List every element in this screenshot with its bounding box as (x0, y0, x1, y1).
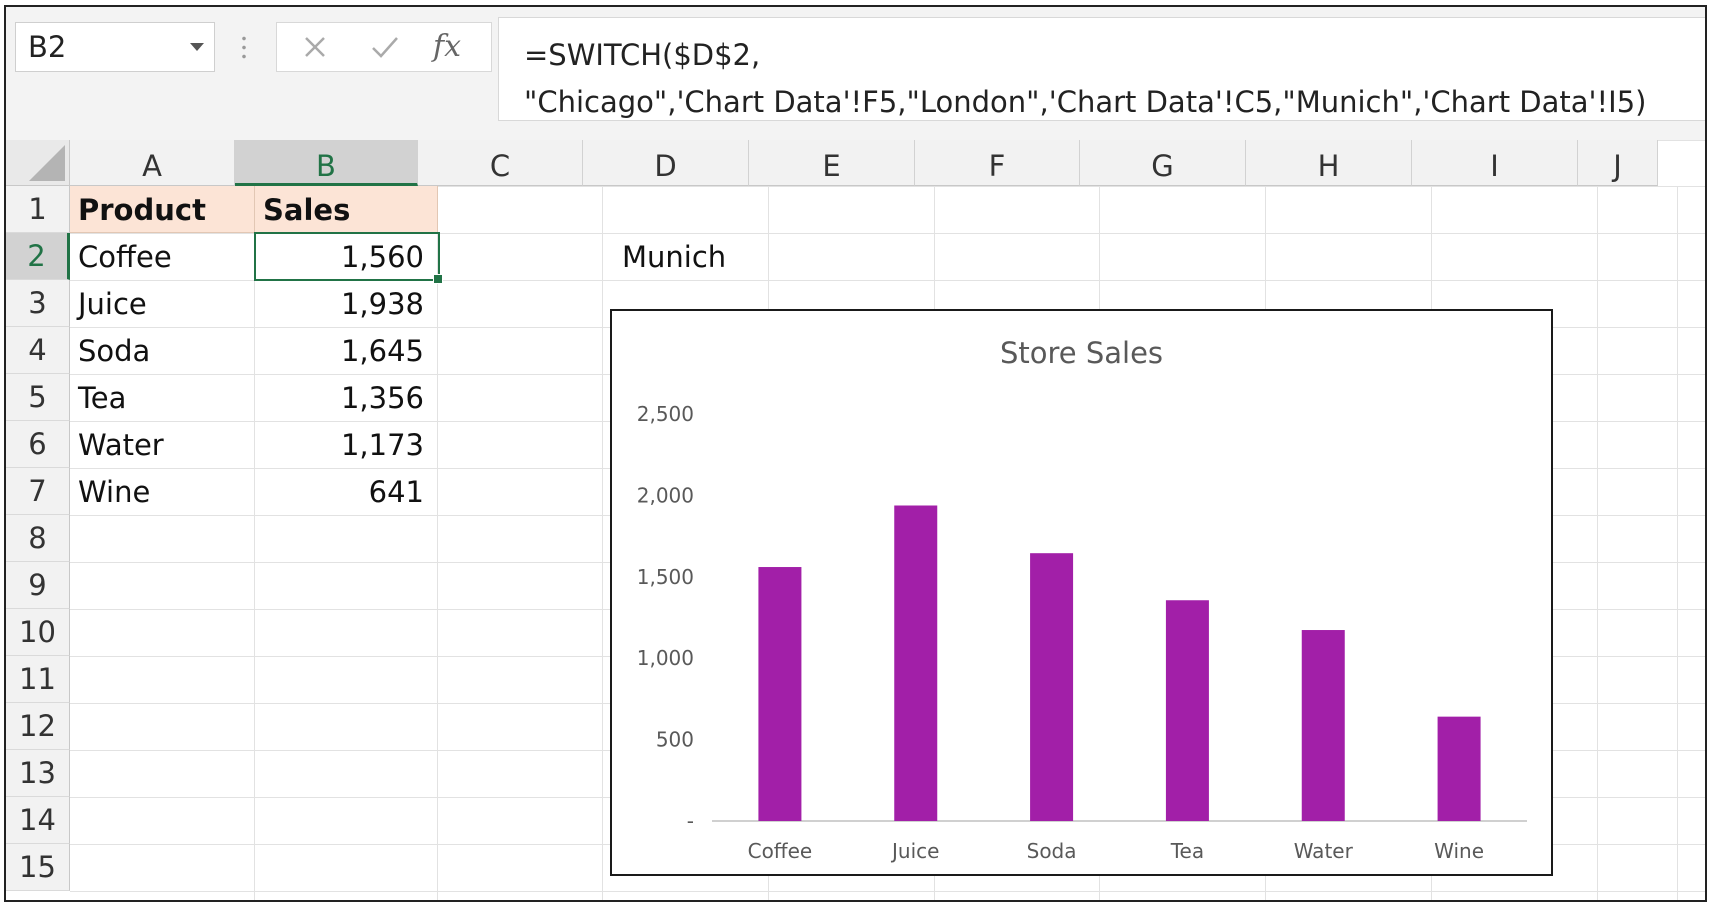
y-tick-label: 1,000 (637, 646, 694, 670)
select-all-icon (29, 145, 65, 181)
cell-a2[interactable]: Coffee (70, 233, 255, 280)
bar-soda[interactable] (1030, 553, 1074, 821)
row-header-14[interactable]: 14 (6, 797, 70, 844)
check-icon (372, 37, 398, 58)
formula-bar-area: B2 fx =SWITCH($D$2, "Chicago",'Chart Dat… (6, 7, 1705, 140)
cell-a1[interactable]: Product (70, 186, 255, 233)
cell-b3[interactable]: 1,938 (255, 280, 438, 327)
y-tick-label: 1,500 (637, 565, 694, 589)
enter-button[interactable] (361, 27, 409, 67)
column-header-c[interactable]: C (418, 140, 583, 186)
insert-function-button[interactable]: fx (425, 27, 473, 67)
x-tick-label: Tea (1170, 839, 1204, 863)
x-tick-label: Soda (1027, 839, 1077, 863)
select-all-button[interactable] (6, 140, 70, 186)
row-header-2[interactable]: 2 (6, 233, 70, 280)
row-header-10[interactable]: 10 (6, 609, 70, 656)
close-icon (305, 37, 325, 57)
row-header-6[interactable]: 6 (6, 421, 70, 468)
cell-d2[interactable]: Munich (614, 233, 814, 280)
column-header-e[interactable]: E (749, 140, 915, 186)
row-header-4[interactable]: 4 (6, 327, 70, 374)
row-header-8[interactable]: 8 (6, 515, 70, 562)
cell-b5[interactable]: 1,356 (255, 374, 438, 421)
row-header-7[interactable]: 7 (6, 468, 70, 515)
formula-buttons: fx (276, 22, 492, 72)
row-header-5[interactable]: 5 (6, 374, 70, 421)
bar-tea[interactable] (1165, 600, 1209, 821)
chart-plot: - 500 1,000 1,500 2,000 2,500 Coffee Juice Soda T… (637, 402, 1527, 863)
gridline (602, 186, 603, 900)
row-header-12[interactable]: 12 (6, 703, 70, 750)
x-tick-label: Juice (890, 839, 939, 863)
active-cell-border (254, 232, 443, 284)
x-tick-label: Coffee (748, 839, 813, 863)
bar-wine[interactable] (1437, 716, 1481, 821)
cell-a3[interactable]: Juice (70, 280, 255, 327)
bar-juice[interactable] (894, 505, 938, 821)
column-header-h[interactable]: H (1246, 140, 1412, 186)
cell-a5[interactable]: Tea (70, 374, 255, 421)
name-box[interactable]: B2 (15, 22, 215, 72)
bar-water[interactable] (1301, 630, 1345, 821)
cell-a7[interactable]: Wine (70, 468, 255, 515)
name-box-value: B2 (28, 30, 67, 64)
fx-icon: fx (433, 29, 462, 64)
column-header-b[interactable]: B (235, 140, 418, 186)
cell-b1[interactable]: Sales (255, 186, 438, 233)
cell-a4[interactable]: Soda (70, 327, 255, 374)
formula-line-2: "Chicago",'Chart Data'!F5,"London",'Char… (524, 85, 1647, 119)
bar-coffee[interactable] (758, 567, 802, 821)
y-tick-label: - (687, 809, 694, 833)
excel-window: B2 fx =SWITCH($D$2, "Chicago",'Chart Dat… (4, 5, 1707, 902)
formula-line-1: =SWITCH($D$2, (524, 38, 761, 72)
row-header-13[interactable]: 13 (6, 750, 70, 797)
fill-handle[interactable] (433, 274, 443, 284)
y-tick-label: 500 (656, 728, 694, 752)
cell-b6[interactable]: 1,173 (255, 421, 438, 468)
row-header-3[interactable]: 3 (6, 280, 70, 327)
cell-b4[interactable]: 1,645 (255, 327, 438, 374)
chevron-down-icon[interactable] (190, 43, 204, 51)
column-header-i[interactable]: I (1412, 140, 1578, 186)
column-header-f[interactable]: F (915, 140, 1080, 186)
gridline (1597, 186, 1598, 900)
y-tick-label: 2,500 (637, 402, 694, 426)
row-header-15[interactable]: 15 (6, 844, 70, 891)
x-tick-label: Water (1294, 839, 1354, 863)
cancel-button[interactable] (291, 27, 339, 67)
y-tick-label: 2,000 (637, 483, 694, 507)
x-tick-label: Wine (1434, 839, 1484, 863)
drag-handle-icon[interactable] (242, 34, 246, 60)
column-header-g[interactable]: G (1080, 140, 1246, 186)
column-header-a[interactable]: A (70, 140, 235, 186)
formula-input[interactable]: =SWITCH($D$2, "Chicago",'Chart Data'!F5,… (498, 17, 1705, 121)
gridline (1677, 186, 1678, 900)
row-header-1[interactable]: 1 (6, 186, 70, 233)
store-sales-chart[interactable]: Store Sales -500 1,000 1,500 2,000 2,500 Coff… (610, 309, 1553, 876)
column-header-j[interactable]: J (1578, 140, 1658, 186)
row-header-9[interactable]: 9 (6, 562, 70, 609)
row-header-11[interactable]: 11 (6, 656, 70, 703)
cell-b7[interactable]: 641 (255, 468, 438, 515)
cell-a6[interactable]: Water (70, 421, 255, 468)
column-header-d[interactable]: D (583, 140, 749, 186)
